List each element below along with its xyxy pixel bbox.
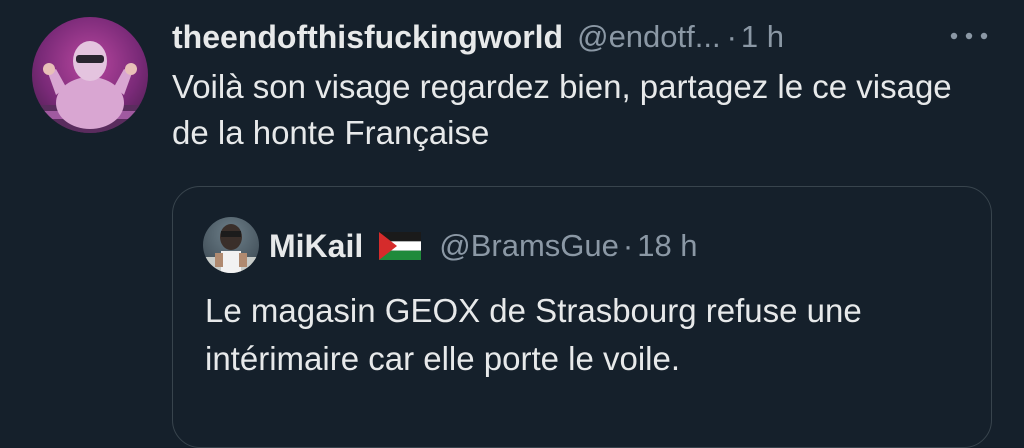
quoted-author-avatar[interactable]	[203, 217, 259, 273]
quoted-tweet-timestamp: 18 h	[637, 228, 698, 263]
author-avatar-image	[32, 41, 148, 133]
quoted-author-display-name: MiKail	[269, 227, 364, 264]
quoted-author-avatar-image	[203, 224, 259, 273]
tweet-timestamp[interactable]: 1 h	[741, 19, 784, 55]
quoted-author-handle: @BramsGue	[439, 228, 619, 263]
palestine-flag-icon	[379, 232, 422, 260]
quoted-header-separator: ·	[622, 228, 634, 263]
quoted-tweet-header: MiKail @BramsGue · 18 h	[269, 221, 698, 271]
tweet-text: Voilà son visage regardez bien, partagez…	[172, 68, 952, 151]
author-avatar[interactable]	[32, 17, 148, 133]
more-dots-icon	[950, 32, 988, 40]
more-options-button[interactable]	[944, 22, 994, 50]
author-handle[interactable]: @endotf...	[577, 19, 721, 55]
tweet-header: theendofthisfuckingworld @endotf... · 1 …	[172, 14, 1002, 60]
header-separator: ·	[726, 19, 737, 54]
quoted-tweet-card[interactable]: MiKail @BramsGue · 18 h Le magasin GEOX …	[172, 186, 992, 448]
quoted-tweet-text: Le magasin GEOX de Strasbourg refuse une…	[205, 292, 862, 377]
author-display-name[interactable]: theendofthisfuckingworld	[172, 19, 563, 56]
